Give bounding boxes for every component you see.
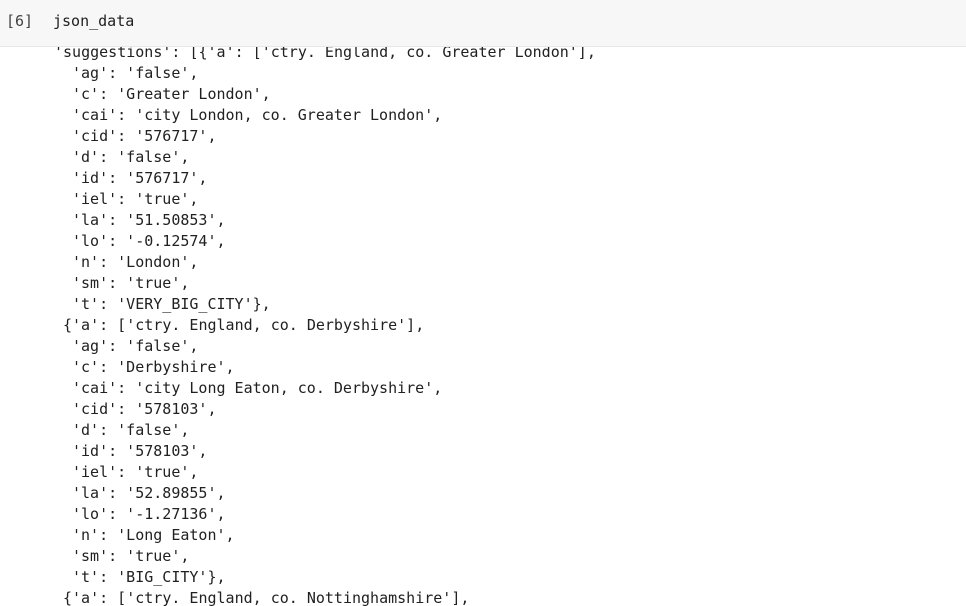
output-lines: 'status': 'ok','suggestions': [{'a': ['c… [0,21,596,606]
code-cell[interactable]: [6] json_data [0,0,966,47]
code-text[interactable]: json_data [53,12,134,30]
output-line: 't': 'BIG_CITY'}, [72,568,226,586]
output-line: 'cai': 'city Long Eaton, co. Derbyshire'… [72,379,443,397]
output-line: 'iel': 'true', [72,463,199,481]
output-line: 'iel': 'true', [72,190,199,208]
output-line: 'cid': '576717', [72,127,217,145]
output-line: 't': 'VERY_BIG_CITY'}, [72,295,271,313]
output-line: 'cid': '578103', [72,400,217,418]
output-line: 'ag': 'false', [72,337,199,355]
cell-output: 'status': 'ok','suggestions': [{'a': ['c… [0,21,966,606]
output-line: 'la': '51.50853', [72,211,226,229]
output-line: 'id': '578103', [72,442,208,460]
output-line: 'id': '576717', [72,169,208,187]
output-line: 'n': 'Long Eaton', [72,526,235,544]
notebook-page: 'status': 'ok','suggestions': [{'a': ['c… [0,0,966,606]
output-line: 'n': 'London', [72,253,199,271]
output-line: {'a': ['ctry. England, co. Derbyshire'], [63,316,425,334]
output-line: 'lo': '-0.12574', [72,232,226,250]
output-line: {'a': ['ctry. England, co. Nottinghamshi… [63,589,470,606]
output-line: 'cai': 'city London, co. Greater London'… [72,106,443,124]
output-line: 'd': 'false', [72,148,190,166]
output-line: 'la': '52.89855', [72,484,226,502]
output-line: 'sm': 'true', [72,274,190,292]
output-line: 'c': 'Greater London', [72,85,271,103]
output-line: 'c': 'Derbyshire', [72,358,235,376]
output-line: 'ag': 'false', [72,64,199,82]
output-line: 'sm': 'true', [72,547,190,565]
execution-count: [6] [6,12,34,30]
output-line: 'd': 'false', [72,421,190,439]
output-line: 'lo': '-1.27136', [72,505,226,523]
